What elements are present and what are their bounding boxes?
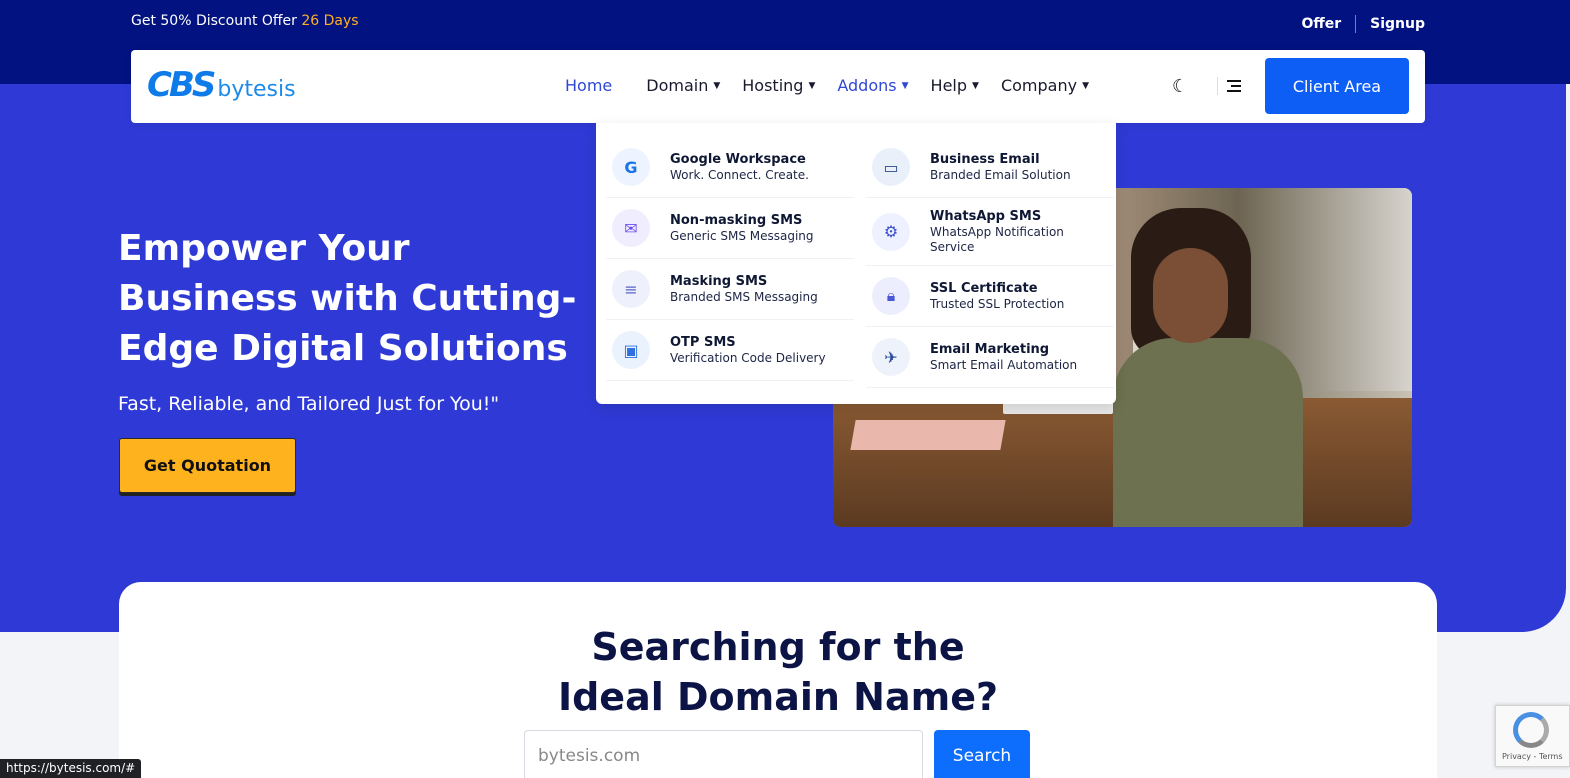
document-message-icon: ≡ [612,270,650,308]
addon-title: Non-masking SMS [670,212,803,228]
addon-title: SSL Certificate [930,280,1038,296]
nav-divider [1217,77,1218,95]
addon-title: Google Workspace [670,151,806,167]
domain-search-title: Searching for the Ideal Domain Name? [557,625,999,719]
logo-mark: CBS [147,65,216,105]
nav-item-label: Home [565,76,613,95]
nav-item-label: Hosting [742,76,804,95]
top-links-divider [1355,15,1357,33]
google-workspace-icon: G [612,148,650,186]
caret-down-icon: ▼ [901,80,909,91]
domain-search-card: Searching for the Ideal Domain Name? Sea… [119,582,1437,778]
addon-ssl-certificate[interactable]: 🔒︎ SSL Certificate Trusted SSL Protectio… [866,266,1114,327]
addon-subtitle: Smart Email Automation [930,357,1078,372]
addon-business-email[interactable]: ▭ Business Email Branded Email Solution [866,137,1114,198]
recaptcha-badge[interactable]: Privacy - Terms [1495,705,1570,767]
otp-phone-icon: ▣ [612,331,650,369]
sms-phone-icon: ✉ [612,209,650,247]
nav-item-help[interactable]: Help ▼ [931,76,979,95]
browser-status-url: https://bytesis.com/# [0,759,142,778]
addon-title: Masking SMS [670,273,768,289]
addon-subtitle: WhatsApp Notification Service [930,224,1064,254]
addon-subtitle: Trusted SSL Protection [930,296,1065,311]
addon-subtitle: Branded SMS Messaging [670,289,818,304]
addon-subtitle: Work. Connect. Create. [670,167,809,182]
hero-subtitle: Fast, Reliable, and Tailored Just for Yo… [118,393,500,415]
recaptcha-icon [1513,712,1549,748]
addon-otp-sms[interactable]: ▣ OTP SMS Verification Code Delivery [606,320,854,381]
nav-item-hosting[interactable]: Hosting ▼ [742,76,815,95]
addon-title: WhatsApp SMS [930,208,1042,224]
caret-down-icon: ▼ [1082,80,1089,91]
ssl-lock-icon: 🔒︎ [872,277,910,315]
nav-menu: Home Domain ▼ Hosting ▼ Addons ▼ Help ▼ … [565,76,1111,95]
whatsapp-gear-icon: ⚙ [872,212,910,251]
hero-title: Empower Your Business with Cutting-Edge … [118,228,577,369]
signup-link[interactable]: Signup [1370,16,1425,32]
domain-search-input[interactable] [524,730,923,778]
addon-subtitle: Branded Email Solution [930,167,1071,182]
offer-prefix: Get 50% Discount Offer [131,13,297,29]
brand-logo[interactable]: CBS bytesis [147,68,296,102]
addons-dropdown-menu: G Google Workspace Work. Connect. Create… [596,123,1116,404]
get-quotation-button[interactable]: Get Quotation [119,438,296,493]
addon-google-workspace[interactable]: G Google Workspace Work. Connect. Create… [606,137,854,198]
recaptcha-privacy-terms[interactable]: Privacy - Terms [1502,752,1563,761]
discount-offer-text: Get 50% Discount Offer 26 Days [131,13,359,29]
email-monitor-icon: ▭ [872,148,910,186]
addon-masking-sms[interactable]: ≡ Masking SMS Branded SMS Messaging [606,259,854,320]
caret-down-icon: ▼ [972,80,979,91]
nav-item-label: Domain [646,76,709,95]
caret-down-icon: ▼ [808,80,816,91]
client-area-button[interactable]: Client Area [1265,58,1409,114]
top-links: Offer Signup [1301,15,1425,33]
addon-subtitle: Generic SMS Messaging [670,228,814,243]
addon-whatsapp-sms[interactable]: ⚙ WhatsApp SMS WhatsApp Notification Ser… [866,198,1114,266]
addons-right-column: ▭ Business Email Branded Email Solution … [866,137,1114,388]
addon-title: OTP SMS [670,334,736,350]
addon-non-masking-sms[interactable]: ✉ Non-masking SMS Generic SMS Messaging [606,198,854,259]
nav-item-domain[interactable]: Domain ▼ [646,76,720,95]
addons-left-column: G Google Workspace Work. Connect. Create… [606,137,854,381]
addon-title: Email Marketing [930,341,1050,357]
logo-wordmark: bytesis [217,77,296,102]
main-navbar: CBS bytesis Home Domain ▼ Hosting ▼ Addo… [131,50,1425,123]
nav-item-addons[interactable]: Addons ▼ [837,76,908,95]
addon-title: Business Email [930,151,1040,167]
offer-days: 26 Days [301,13,359,29]
nav-item-label: Company [1000,76,1078,95]
menu-hamburger-icon[interactable] [1227,80,1241,95]
addon-subtitle: Verification Code Delivery [670,350,826,365]
dark-mode-moon-icon[interactable]: ☾ [1172,76,1188,97]
nav-item-company[interactable]: Company ▼ [1001,76,1089,95]
nav-item-label: Help [930,76,968,95]
caret-down-icon: ▼ [713,80,721,91]
domain-search-button[interactable]: Search [934,730,1030,778]
nav-item-label: Addons [837,76,897,95]
email-marketing-icon: ✈ [872,338,910,376]
addon-email-marketing[interactable]: ✈ Email Marketing Smart Email Automation [866,327,1114,388]
offer-link[interactable]: Offer [1301,16,1341,32]
nav-item-home[interactable]: Home [565,76,612,95]
